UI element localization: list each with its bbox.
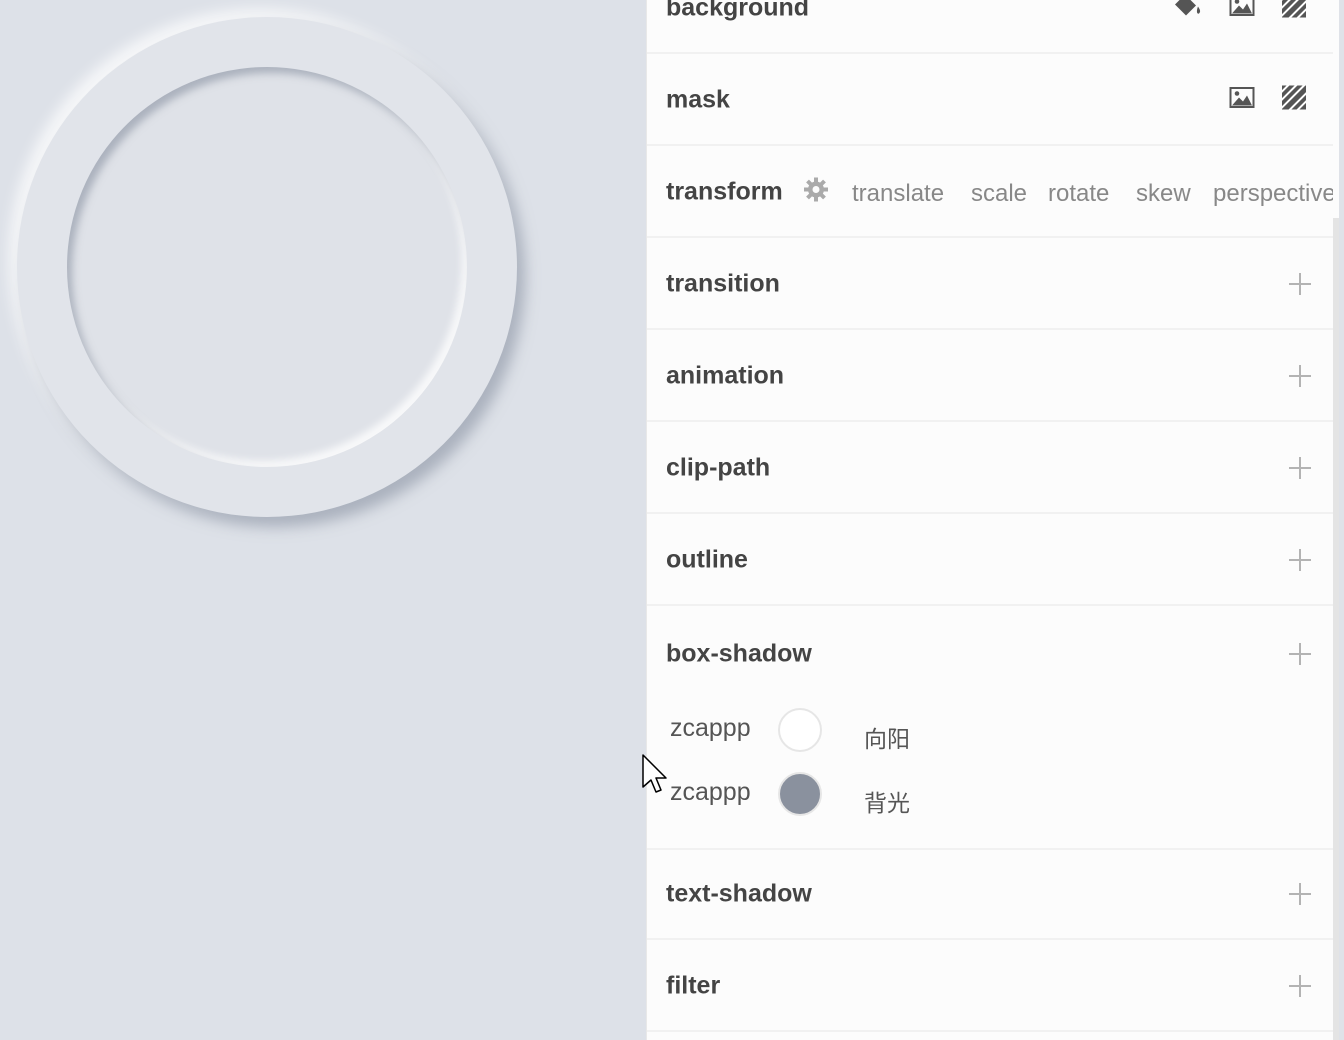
add-transition-button[interactable] bbox=[1289, 273, 1311, 295]
preview-canvas bbox=[0, 0, 646, 1040]
transform-option-scale[interactable]: scale bbox=[971, 180, 1027, 208]
transform-option-perspective[interactable]: perspective bbox=[1213, 180, 1336, 208]
neumorphic-ring bbox=[17, 17, 517, 517]
add-animation-button[interactable] bbox=[1289, 365, 1311, 387]
section-transform: transform translate scale rotate skew pe… bbox=[647, 148, 1339, 238]
section-mask: mask bbox=[647, 56, 1339, 146]
light-shadow-label: 向阳 bbox=[864, 726, 910, 752]
section-filter: filter bbox=[647, 942, 1339, 1032]
scrollbar[interactable] bbox=[1333, 0, 1339, 1040]
transform-option-skew[interactable]: skew bbox=[1136, 180, 1191, 208]
section-clip-path: clip-path bbox=[647, 424, 1339, 514]
section-title-box-shadow: box-shadow bbox=[666, 639, 812, 668]
add-outline-button[interactable] bbox=[1289, 549, 1311, 571]
scrollbar-thumb[interactable] bbox=[1333, 218, 1339, 1040]
section-text-shadow: text-shadow bbox=[647, 850, 1339, 940]
property-panel: background mask transform translate scal… bbox=[646, 0, 1339, 1040]
transform-option-rotate[interactable]: rotate bbox=[1048, 180, 1109, 208]
section-box-shadow: box-shadow zcappp 向阳 zcappp 背光 bbox=[647, 608, 1339, 850]
shadow-name[interactable]: zcappp bbox=[670, 714, 751, 743]
section-title-animation: animation bbox=[666, 361, 785, 390]
section-title-mask: mask bbox=[666, 85, 730, 114]
paint-bucket-icon[interactable] bbox=[1172, 0, 1202, 24]
section-title-background: background bbox=[666, 0, 810, 22]
image-icon[interactable] bbox=[1229, 0, 1255, 22]
section-title-clip-path: clip-path bbox=[666, 453, 771, 482]
add-text-shadow-button[interactable] bbox=[1289, 883, 1311, 905]
section-title-outline: outline bbox=[666, 545, 748, 574]
inner-well bbox=[67, 67, 467, 467]
section-animation: animation bbox=[647, 332, 1339, 422]
dark-shadow-label: 背光 bbox=[864, 790, 910, 816]
section-title-text-shadow: text-shadow bbox=[666, 879, 812, 908]
section-transition: transition bbox=[647, 240, 1339, 330]
add-filter-button[interactable] bbox=[1289, 975, 1311, 997]
add-box-shadow-button[interactable] bbox=[1289, 643, 1311, 665]
add-clip-path-button[interactable] bbox=[1289, 457, 1311, 479]
hatch-pattern-icon[interactable] bbox=[1279, 0, 1309, 23]
image-icon[interactable] bbox=[1229, 87, 1255, 114]
section-title-transition: transition bbox=[666, 269, 780, 298]
section-outline: outline bbox=[647, 516, 1339, 606]
section-title-filter: filter bbox=[666, 971, 721, 1000]
transform-option-translate[interactable]: translate bbox=[852, 180, 944, 208]
hatch-pattern-icon[interactable] bbox=[1279, 82, 1309, 115]
gear-icon[interactable] bbox=[804, 177, 828, 207]
shadow-name[interactable]: zcappp bbox=[670, 778, 751, 807]
mouse-cursor-icon bbox=[642, 754, 668, 799]
section-title-transform: transform bbox=[666, 177, 783, 206]
section-background: background bbox=[647, 0, 1339, 54]
light-shadow-color-swatch[interactable] bbox=[778, 708, 822, 752]
dark-shadow-color-swatch[interactable] bbox=[778, 772, 822, 816]
